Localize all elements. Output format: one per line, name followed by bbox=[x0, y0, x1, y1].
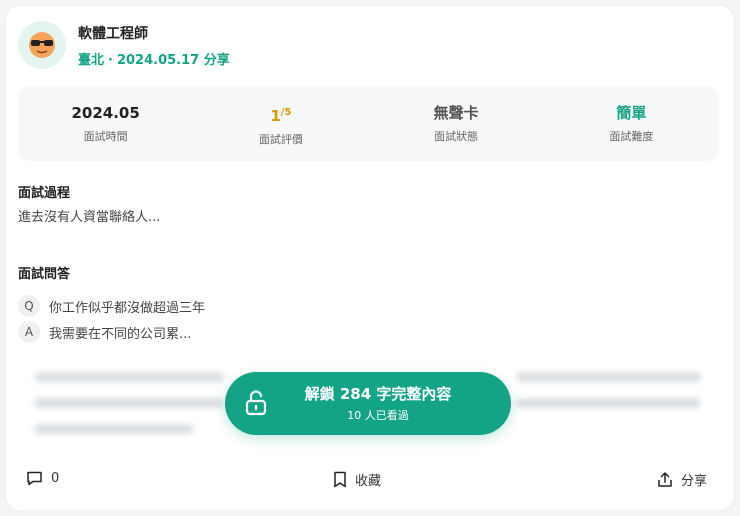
comment-icon bbox=[27, 471, 42, 486]
stat-value: 2024.05 bbox=[71, 104, 140, 122]
post-header: 軟體工程師 臺北 · 2024.05.17 分享 bbox=[18, 21, 230, 69]
unlock-icon bbox=[245, 390, 267, 416]
stat-value: 1/5 bbox=[193, 104, 368, 125]
sunglasses-emoji-icon bbox=[29, 32, 55, 58]
blur-line bbox=[34, 398, 224, 408]
share-icon bbox=[658, 472, 672, 487]
rating-denominator: /5 bbox=[280, 107, 292, 118]
blur-line bbox=[34, 372, 224, 382]
comments-count: 0 bbox=[51, 471, 60, 486]
post-footer: 0 收藏 分享 bbox=[6, 466, 734, 494]
rating-value: 1 bbox=[270, 107, 281, 125]
blur-line bbox=[516, 372, 701, 382]
unlock-sub: 10 人已看過 bbox=[347, 409, 409, 422]
stat-interview-rating: 1/5 面試評價 bbox=[193, 86, 368, 161]
meta-separator: · bbox=[108, 52, 113, 68]
stat-value: 簡單 bbox=[616, 104, 647, 122]
stat-value: 無聲卡 bbox=[433, 104, 479, 122]
process-text: 進去沒有人資當聯絡人... bbox=[18, 210, 161, 225]
share-label: 分享 bbox=[681, 474, 708, 489]
blur-line bbox=[34, 424, 194, 434]
qa-answer-row: A 我需要在不同的公司累... bbox=[18, 321, 191, 343]
stat-label: 面試時間 bbox=[83, 130, 128, 143]
avatar bbox=[18, 21, 66, 69]
comments-button[interactable]: 0 bbox=[26, 470, 59, 487]
unlock-content-button[interactable]: 解鎖 284 字完整內容 10 人已看過 bbox=[225, 372, 511, 435]
qa-question: 你工作似乎都沒做超過三年 bbox=[49, 300, 206, 316]
post-location: 臺北 bbox=[78, 52, 105, 68]
stat-label: 面試難度 bbox=[609, 130, 654, 143]
stats-panel: 2024.05 面試時間 1/5 面試評價 無聲卡 面試狀態 簡單 面試難度 bbox=[18, 86, 719, 161]
bookmark-icon bbox=[334, 471, 346, 488]
q-badge: Q bbox=[18, 295, 40, 317]
post-share-tag: 分享 bbox=[203, 52, 230, 68]
stat-interview-status: 無聲卡 面試狀態 bbox=[369, 86, 544, 161]
process-title: 面試過程 bbox=[18, 186, 71, 201]
qa-question-row: Q 你工作似乎都沒做超過三年 bbox=[18, 295, 205, 317]
post-date: 2024.05.17 bbox=[116, 52, 200, 68]
qa-title: 面試問答 bbox=[18, 267, 71, 282]
post-title: 軟體工程師 bbox=[78, 25, 148, 42]
stat-interview-time: 2024.05 面試時間 bbox=[18, 86, 193, 161]
blur-line bbox=[516, 398, 701, 408]
interview-card: 軟體工程師 臺北 · 2024.05.17 分享 2024.05 面試時間 1/5 … bbox=[6, 6, 734, 510]
stat-label: 面試評價 bbox=[258, 133, 303, 146]
share-button[interactable]: 分享 bbox=[657, 470, 707, 489]
save-label: 收藏 bbox=[355, 474, 382, 489]
unlock-label: 解鎖 284 字完整內容 bbox=[304, 385, 452, 403]
save-button[interactable]: 收藏 bbox=[333, 470, 381, 489]
unlock-text: 解鎖 284 字完整內容 10 人已看過 bbox=[225, 384, 511, 423]
a-badge: A bbox=[18, 321, 40, 343]
qa-answer: 我需要在不同的公司累... bbox=[49, 326, 192, 342]
stat-label: 面試狀態 bbox=[434, 130, 479, 143]
stat-interview-difficulty: 簡單 面試難度 bbox=[544, 86, 719, 161]
post-meta: 臺北 · 2024.05.17 分享 bbox=[78, 49, 230, 68]
